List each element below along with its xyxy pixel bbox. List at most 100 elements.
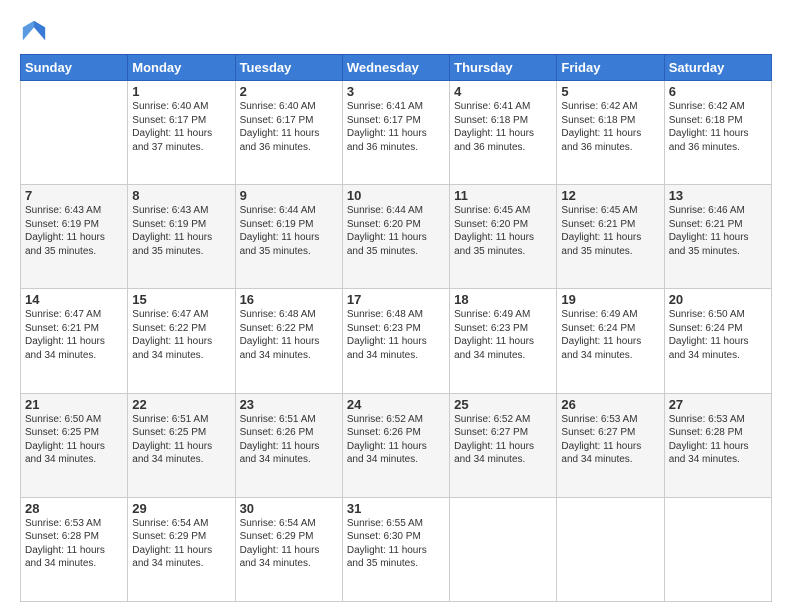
cell-info: Sunrise: 6:46 AMSunset: 6:21 PMDaylight:…	[669, 204, 767, 258]
day-number: 27	[669, 397, 767, 412]
calendar-cell: 28Sunrise: 6:53 AMSunset: 6:28 PMDayligh…	[21, 497, 128, 601]
day-number: 1	[132, 84, 230, 99]
cell-info: Sunrise: 6:49 AMSunset: 6:23 PMDaylight:…	[454, 308, 552, 362]
cell-info: Sunrise: 6:54 AMSunset: 6:29 PMDaylight:…	[132, 517, 230, 571]
cell-info: Sunrise: 6:50 AMSunset: 6:25 PMDaylight:…	[25, 413, 123, 467]
calendar-cell: 18Sunrise: 6:49 AMSunset: 6:23 PMDayligh…	[450, 289, 557, 393]
calendar-week-row: 7Sunrise: 6:43 AMSunset: 6:19 PMDaylight…	[21, 185, 772, 289]
day-number: 22	[132, 397, 230, 412]
logo	[20, 18, 52, 46]
calendar-cell: 27Sunrise: 6:53 AMSunset: 6:28 PMDayligh…	[664, 393, 771, 497]
calendar-cell	[557, 497, 664, 601]
cell-info: Sunrise: 6:54 AMSunset: 6:29 PMDaylight:…	[240, 517, 338, 571]
calendar-cell: 2Sunrise: 6:40 AMSunset: 6:17 PMDaylight…	[235, 81, 342, 185]
day-number: 11	[454, 188, 552, 203]
day-number: 8	[132, 188, 230, 203]
calendar-cell: 1Sunrise: 6:40 AMSunset: 6:17 PMDaylight…	[128, 81, 235, 185]
calendar-cell: 16Sunrise: 6:48 AMSunset: 6:22 PMDayligh…	[235, 289, 342, 393]
calendar-cell: 5Sunrise: 6:42 AMSunset: 6:18 PMDaylight…	[557, 81, 664, 185]
calendar-week-row: 21Sunrise: 6:50 AMSunset: 6:25 PMDayligh…	[21, 393, 772, 497]
day-number: 3	[347, 84, 445, 99]
cell-info: Sunrise: 6:52 AMSunset: 6:27 PMDaylight:…	[454, 413, 552, 467]
cell-info: Sunrise: 6:50 AMSunset: 6:24 PMDaylight:…	[669, 308, 767, 362]
calendar-cell	[21, 81, 128, 185]
calendar-cell: 10Sunrise: 6:44 AMSunset: 6:20 PMDayligh…	[342, 185, 449, 289]
cell-info: Sunrise: 6:51 AMSunset: 6:25 PMDaylight:…	[132, 413, 230, 467]
day-number: 10	[347, 188, 445, 203]
cell-info: Sunrise: 6:53 AMSunset: 6:28 PMDaylight:…	[669, 413, 767, 467]
calendar-cell	[450, 497, 557, 601]
calendar-week-row: 14Sunrise: 6:47 AMSunset: 6:21 PMDayligh…	[21, 289, 772, 393]
day-number: 2	[240, 84, 338, 99]
cell-info: Sunrise: 6:47 AMSunset: 6:22 PMDaylight:…	[132, 308, 230, 362]
calendar-cell: 13Sunrise: 6:46 AMSunset: 6:21 PMDayligh…	[664, 185, 771, 289]
cell-info: Sunrise: 6:41 AMSunset: 6:18 PMDaylight:…	[454, 100, 552, 154]
cell-info: Sunrise: 6:43 AMSunset: 6:19 PMDaylight:…	[132, 204, 230, 258]
cell-info: Sunrise: 6:41 AMSunset: 6:17 PMDaylight:…	[347, 100, 445, 154]
cell-info: Sunrise: 6:47 AMSunset: 6:21 PMDaylight:…	[25, 308, 123, 362]
cell-info: Sunrise: 6:48 AMSunset: 6:23 PMDaylight:…	[347, 308, 445, 362]
cell-info: Sunrise: 6:44 AMSunset: 6:19 PMDaylight:…	[240, 204, 338, 258]
day-number: 17	[347, 292, 445, 307]
cell-info: Sunrise: 6:40 AMSunset: 6:17 PMDaylight:…	[132, 100, 230, 154]
calendar-cell: 22Sunrise: 6:51 AMSunset: 6:25 PMDayligh…	[128, 393, 235, 497]
cell-info: Sunrise: 6:55 AMSunset: 6:30 PMDaylight:…	[347, 517, 445, 571]
cell-info: Sunrise: 6:48 AMSunset: 6:22 PMDaylight:…	[240, 308, 338, 362]
day-number: 23	[240, 397, 338, 412]
calendar-week-row: 28Sunrise: 6:53 AMSunset: 6:28 PMDayligh…	[21, 497, 772, 601]
calendar-cell	[664, 497, 771, 601]
cell-info: Sunrise: 6:40 AMSunset: 6:17 PMDaylight:…	[240, 100, 338, 154]
cell-info: Sunrise: 6:45 AMSunset: 6:20 PMDaylight:…	[454, 204, 552, 258]
day-number: 20	[669, 292, 767, 307]
header	[20, 18, 772, 46]
day-number: 18	[454, 292, 552, 307]
cell-info: Sunrise: 6:44 AMSunset: 6:20 PMDaylight:…	[347, 204, 445, 258]
calendar-header-row: SundayMondayTuesdayWednesdayThursdayFrid…	[21, 55, 772, 81]
calendar-cell: 8Sunrise: 6:43 AMSunset: 6:19 PMDaylight…	[128, 185, 235, 289]
calendar-day-header: Monday	[128, 55, 235, 81]
cell-info: Sunrise: 6:43 AMSunset: 6:19 PMDaylight:…	[25, 204, 123, 258]
calendar-day-header: Sunday	[21, 55, 128, 81]
day-number: 7	[25, 188, 123, 203]
day-number: 21	[25, 397, 123, 412]
day-number: 28	[25, 501, 123, 516]
calendar-cell: 11Sunrise: 6:45 AMSunset: 6:20 PMDayligh…	[450, 185, 557, 289]
cell-info: Sunrise: 6:49 AMSunset: 6:24 PMDaylight:…	[561, 308, 659, 362]
day-number: 19	[561, 292, 659, 307]
cell-info: Sunrise: 6:51 AMSunset: 6:26 PMDaylight:…	[240, 413, 338, 467]
calendar-cell: 25Sunrise: 6:52 AMSunset: 6:27 PMDayligh…	[450, 393, 557, 497]
calendar-cell: 6Sunrise: 6:42 AMSunset: 6:18 PMDaylight…	[664, 81, 771, 185]
day-number: 14	[25, 292, 123, 307]
calendar-cell: 24Sunrise: 6:52 AMSunset: 6:26 PMDayligh…	[342, 393, 449, 497]
calendar-day-header: Saturday	[664, 55, 771, 81]
day-number: 31	[347, 501, 445, 516]
day-number: 12	[561, 188, 659, 203]
page: SundayMondayTuesdayWednesdayThursdayFrid…	[0, 0, 792, 612]
calendar-cell: 9Sunrise: 6:44 AMSunset: 6:19 PMDaylight…	[235, 185, 342, 289]
calendar-cell: 31Sunrise: 6:55 AMSunset: 6:30 PMDayligh…	[342, 497, 449, 601]
calendar-table: SundayMondayTuesdayWednesdayThursdayFrid…	[20, 54, 772, 602]
day-number: 30	[240, 501, 338, 516]
day-number: 13	[669, 188, 767, 203]
cell-info: Sunrise: 6:45 AMSunset: 6:21 PMDaylight:…	[561, 204, 659, 258]
calendar-day-header: Thursday	[450, 55, 557, 81]
calendar-day-header: Friday	[557, 55, 664, 81]
day-number: 15	[132, 292, 230, 307]
calendar-cell: 15Sunrise: 6:47 AMSunset: 6:22 PMDayligh…	[128, 289, 235, 393]
calendar-cell: 4Sunrise: 6:41 AMSunset: 6:18 PMDaylight…	[450, 81, 557, 185]
calendar-cell: 12Sunrise: 6:45 AMSunset: 6:21 PMDayligh…	[557, 185, 664, 289]
calendar-week-row: 1Sunrise: 6:40 AMSunset: 6:17 PMDaylight…	[21, 81, 772, 185]
day-number: 4	[454, 84, 552, 99]
day-number: 9	[240, 188, 338, 203]
calendar-cell: 7Sunrise: 6:43 AMSunset: 6:19 PMDaylight…	[21, 185, 128, 289]
calendar-cell: 29Sunrise: 6:54 AMSunset: 6:29 PMDayligh…	[128, 497, 235, 601]
cell-info: Sunrise: 6:42 AMSunset: 6:18 PMDaylight:…	[669, 100, 767, 154]
calendar-cell: 19Sunrise: 6:49 AMSunset: 6:24 PMDayligh…	[557, 289, 664, 393]
day-number: 25	[454, 397, 552, 412]
calendar-cell: 30Sunrise: 6:54 AMSunset: 6:29 PMDayligh…	[235, 497, 342, 601]
day-number: 5	[561, 84, 659, 99]
cell-info: Sunrise: 6:53 AMSunset: 6:27 PMDaylight:…	[561, 413, 659, 467]
cell-info: Sunrise: 6:42 AMSunset: 6:18 PMDaylight:…	[561, 100, 659, 154]
calendar-cell: 20Sunrise: 6:50 AMSunset: 6:24 PMDayligh…	[664, 289, 771, 393]
day-number: 24	[347, 397, 445, 412]
